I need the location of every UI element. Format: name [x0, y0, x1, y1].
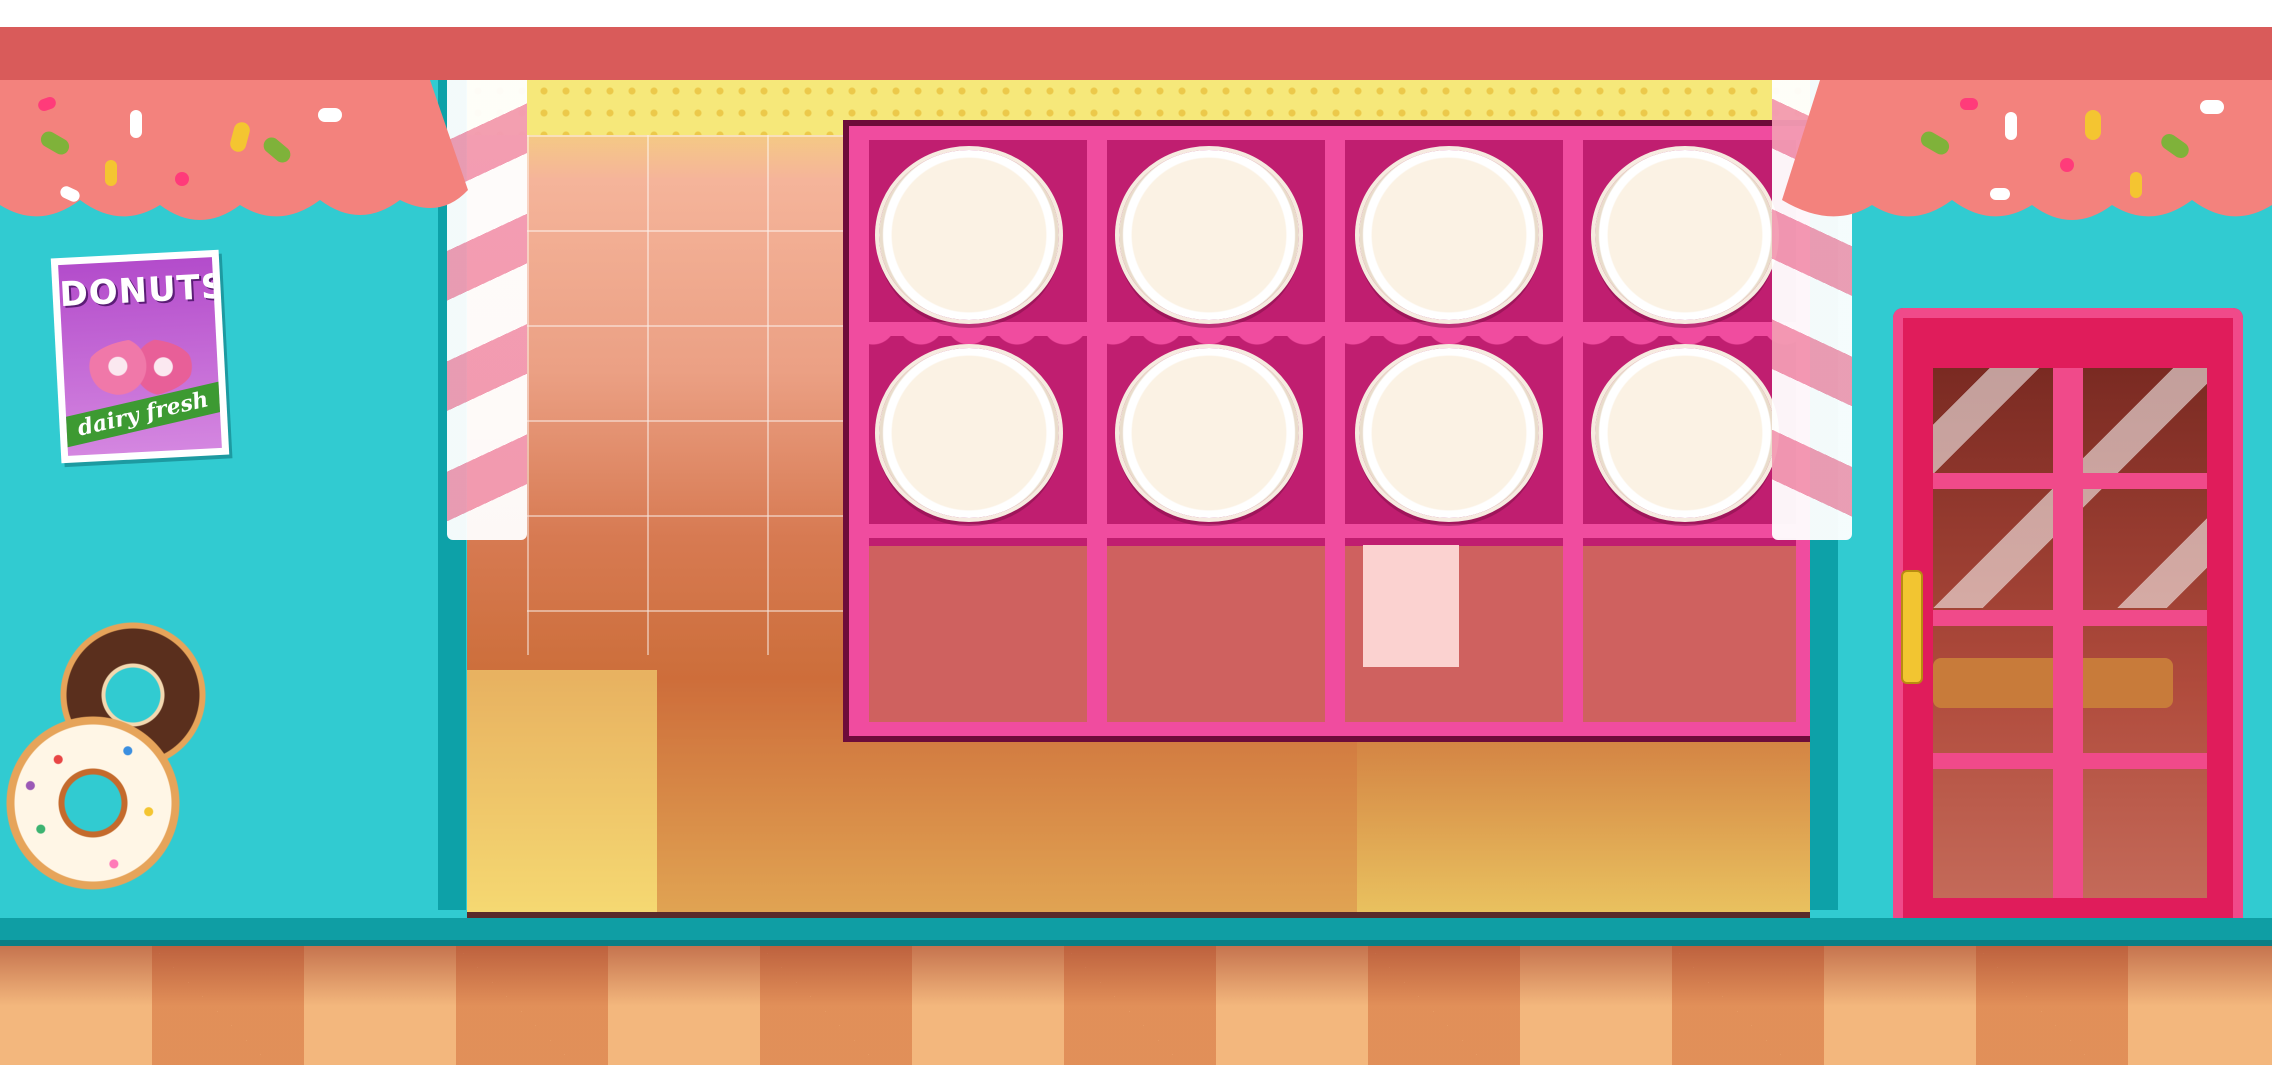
shelf-slot-doily[interactable]	[879, 150, 1059, 320]
frosting-awning-right	[1782, 80, 2272, 220]
shelf-slot-doily[interactable]	[1119, 150, 1299, 320]
door-mullion	[2053, 368, 2083, 898]
poster-title: DONUTS	[58, 266, 222, 316]
counter-glass	[467, 670, 657, 912]
shelf-post	[849, 126, 869, 736]
door-muntin	[1933, 610, 2207, 626]
shelf-slot-doily[interactable]	[1595, 150, 1775, 320]
shelf-slot-doily[interactable]	[1119, 348, 1299, 518]
shelf-slot-doily[interactable]	[879, 348, 1059, 518]
shelf-slot-doily[interactable]	[1595, 348, 1775, 518]
floor-shadow	[0, 946, 2272, 1006]
price-card	[1363, 545, 1459, 667]
roof-band	[0, 27, 2272, 81]
door-muntin	[1933, 473, 2207, 489]
shop-door[interactable]	[1893, 308, 2243, 948]
shelf-post	[1087, 126, 1107, 736]
frosting-awning-left	[0, 80, 468, 220]
donuts-poster: DONUTS dairy fresh	[50, 249, 230, 464]
door-glass	[1933, 368, 2207, 898]
back-window	[527, 135, 867, 655]
poster-artwork: DONUTS dairy fresh	[58, 257, 222, 456]
baseboard	[0, 918, 2272, 946]
shelf-post	[1325, 126, 1345, 736]
shelf-post	[1563, 126, 1583, 736]
door-handle[interactable]	[1901, 570, 1923, 684]
sprinkle-donut-icon[interactable]	[6, 716, 180, 890]
top-edge	[0, 0, 2272, 27]
shelf-slot-doily[interactable]	[1359, 150, 1539, 320]
shelf-slot-doily[interactable]	[1359, 348, 1539, 518]
door-muntin	[1933, 753, 2207, 769]
display-shelf	[843, 120, 1810, 742]
